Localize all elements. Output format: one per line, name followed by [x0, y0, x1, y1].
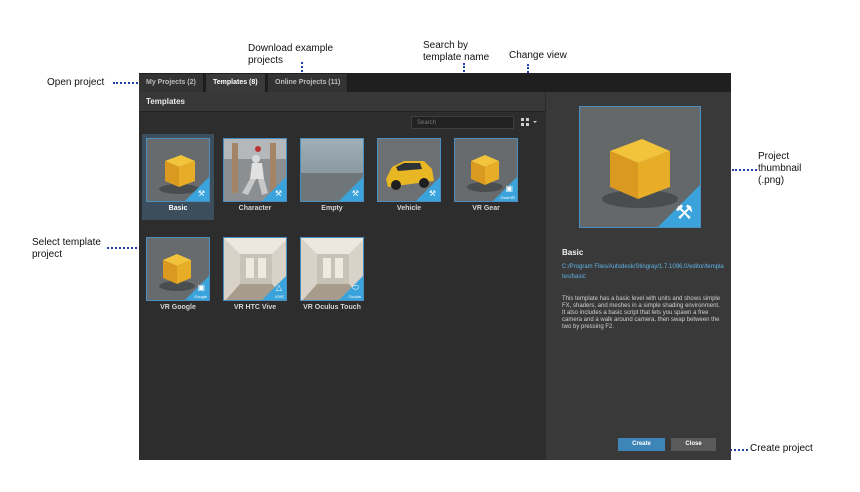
template-tile-vr-htc-vive[interactable]: △ VIVE VR HTC Vive [219, 233, 291, 319]
hammer-icon: ⚒ [351, 189, 359, 198]
templates-pane: Templates Search ⚒ Basic ⚒ Character ⚒ E… [139, 92, 545, 460]
annotation-thumbnail: Project thumbnail (.png) [758, 151, 802, 186]
chevron-down-icon [533, 121, 537, 123]
details-title: Basic [562, 248, 584, 257]
template-tile-basic[interactable]: ⚒ Basic [142, 134, 214, 220]
close-button[interactable]: Close [671, 438, 716, 451]
annotation-create-project: Create project [750, 443, 813, 454]
template-label: Vehicle [396, 205, 422, 212]
template-thumbnail: ⚒ [300, 138, 364, 202]
template-thumbnail: △ VIVE [223, 237, 287, 301]
hammer-icon: ⚒ [428, 189, 436, 198]
template-tile-character[interactable]: ⚒ Character [219, 134, 291, 220]
template-label: Empty [321, 205, 343, 212]
annotation-select-template-line [107, 247, 137, 249]
template-thumbnail: ⚒ [377, 138, 441, 202]
annotation-open-project: Open project [47, 77, 105, 88]
template-badge: VIVE [274, 294, 284, 299]
template-label: VR Google [160, 304, 196, 311]
annotation-search: Search by template name [423, 40, 490, 63]
grid-icon [521, 118, 524, 121]
hammer-icon: ⚒ [675, 202, 693, 224]
template-tile-vr-gear[interactable]: ▣ GearVR VR Gear [450, 134, 522, 220]
tab-my-projects[interactable]: My Projects (2) [139, 74, 204, 92]
project-thumbnail: ⚒ [579, 106, 701, 228]
cardboard-icon: ▣ [197, 283, 205, 292]
details-path[interactable]: C:/Program Files/Autodesk/Stingray/1.7.1… [562, 262, 724, 282]
tab-bar: My Projects (2) Templates (8) Online Pro… [139, 73, 731, 92]
create-button[interactable]: Create [618, 438, 665, 451]
hammer-icon: ⚒ [197, 189, 205, 198]
template-badge: GearVR [500, 195, 515, 200]
annotation-change-view: Change view [509, 50, 567, 61]
template-label: VR HTC Vive [233, 304, 277, 311]
tab-templates[interactable]: Templates (8) [206, 74, 266, 92]
template-label: VR Gear [472, 205, 500, 212]
template-tile-empty[interactable]: ⚒ Empty [296, 134, 368, 220]
template-tile-vehicle[interactable]: ⚒ Vehicle [373, 134, 445, 220]
vive-icon: △ [275, 283, 282, 292]
template-badge: Google [194, 294, 207, 299]
annotation-download-line [301, 62, 303, 72]
template-thumbnail: ⚒ [223, 138, 287, 202]
template-badge: Oculus [348, 294, 361, 299]
template-thumbnail: ⬭ Oculus [300, 237, 364, 301]
templates-title: Templates [146, 97, 185, 106]
template-thumbnail: ⚒ [146, 138, 210, 202]
template-grid: ⚒ Basic ⚒ Character ⚒ Empty ⚒ Vehicle ▣ … [142, 134, 542, 334]
tab-online-projects[interactable]: Online Projects (11) [268, 74, 349, 92]
project-manager-window: My Projects (2) Templates (8) Online Pro… [139, 73, 731, 460]
template-thumbnail: ▣ Google [146, 237, 210, 301]
template-label: Character [238, 205, 272, 212]
hammer-icon: ⚒ [274, 189, 282, 198]
change-view-button[interactable] [521, 117, 537, 128]
annotation-open-project-line [113, 82, 138, 84]
vr-headset-icon: ▣ [505, 184, 513, 193]
oculus-icon: ⬭ [352, 283, 359, 292]
template-tile-vr-google[interactable]: ▣ Google VR Google [142, 233, 214, 319]
template-tile-vr-oculus-touch[interactable]: ⬭ Oculus VR Oculus Touch [296, 233, 368, 319]
templates-header: Templates [139, 92, 545, 112]
annotation-thumbnail-line [732, 169, 757, 171]
template-label: Basic [168, 205, 188, 212]
template-thumbnail: ▣ GearVR [454, 138, 518, 202]
details-pane: ⚒ Basic C:/Program Files/Autodesk/Stingr… [546, 92, 731, 460]
template-label: VR Oculus Touch [303, 304, 361, 311]
details-description: This template has a basic level with uni… [562, 296, 721, 330]
search-input[interactable]: Search [411, 116, 514, 129]
annotation-select-template: Select template project [32, 237, 101, 260]
annotation-download: Download example projects [248, 43, 334, 66]
